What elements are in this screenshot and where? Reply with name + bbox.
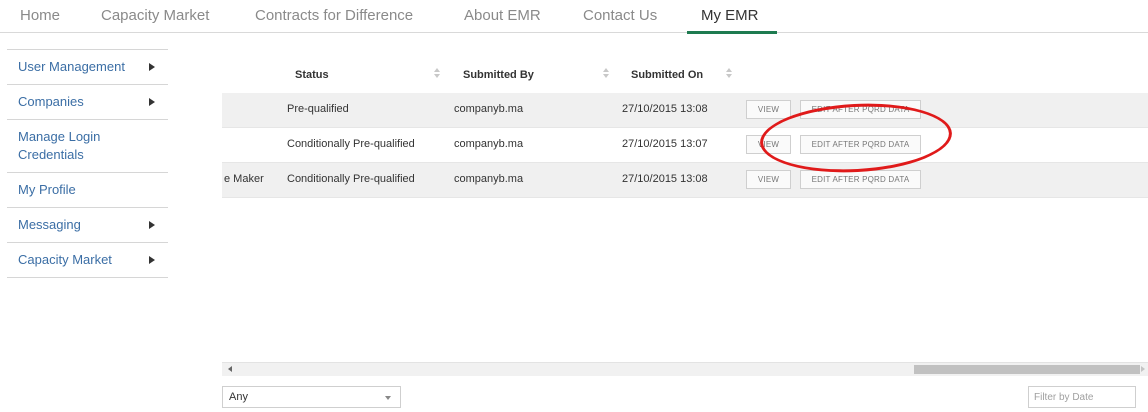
sidebar-item-capacity-market[interactable]: Capacity Market bbox=[7, 243, 168, 278]
cell-submitted-by: companyb.ma bbox=[454, 103, 524, 115]
sidebar: User Management Companies Manage Login C… bbox=[7, 49, 168, 278]
cell-submitted-on: 27/10/2015 13:08 bbox=[622, 173, 708, 185]
sidebar-item-user-management[interactable]: User Management bbox=[7, 50, 168, 85]
sidebar-item-label: User Management bbox=[18, 59, 125, 74]
nav-contracts-for-difference[interactable]: Contracts for Difference bbox=[255, 7, 413, 24]
cell-submitted-by: companyb.ma bbox=[454, 173, 524, 185]
nav-capacity-market[interactable]: Capacity Market bbox=[101, 7, 209, 24]
column-header-status[interactable]: Status bbox=[295, 69, 329, 81]
filter-by-date-input[interactable] bbox=[1028, 386, 1136, 408]
cell-submitted-by: companyb.ma bbox=[454, 138, 524, 150]
nav-contact-us[interactable]: Contact Us bbox=[583, 7, 657, 24]
scroll-right-arrow-icon[interactable] bbox=[1141, 366, 1145, 372]
cell-status: Pre-qualified bbox=[287, 103, 349, 115]
applications-table: Status Submitted By Submitted On Pre-qua… bbox=[222, 62, 1148, 198]
sidebar-item-manage-login-credentials[interactable]: Manage Login Credentials bbox=[7, 120, 168, 173]
cell-submitted-on: 27/10/2015 13:07 bbox=[622, 138, 708, 150]
table-row: Pre-qualified companyb.ma 27/10/2015 13:… bbox=[222, 93, 1148, 128]
column-header-submitted-on[interactable]: Submitted On bbox=[631, 69, 703, 81]
sidebar-item-label: Capacity Market bbox=[18, 252, 112, 267]
cell-truncated: e Maker bbox=[224, 173, 264, 185]
cell-submitted-on: 27/10/2015 13:08 bbox=[622, 103, 708, 115]
status-filter-select[interactable]: Any bbox=[222, 386, 401, 408]
top-navigation: Home Capacity Market Contracts for Diffe… bbox=[0, 0, 1148, 34]
column-header-submitted-by[interactable]: Submitted By bbox=[463, 69, 534, 81]
table-row: e Maker Conditionally Pre-qualified comp… bbox=[222, 163, 1148, 198]
sidebar-item-messaging[interactable]: Messaging bbox=[7, 208, 168, 243]
view-button[interactable]: VIEW bbox=[746, 170, 791, 189]
sort-icon[interactable] bbox=[434, 68, 440, 82]
sort-icon[interactable] bbox=[726, 68, 732, 82]
sort-icon[interactable] bbox=[603, 68, 609, 82]
chevron-right-icon bbox=[149, 63, 155, 71]
sidebar-item-my-profile[interactable]: My Profile bbox=[7, 173, 168, 208]
horizontal-scrollbar[interactable] bbox=[222, 362, 1148, 376]
caret-down-icon bbox=[385, 396, 391, 400]
sidebar-item-label: Messaging bbox=[18, 217, 81, 232]
sidebar-item-companies[interactable]: Companies bbox=[7, 85, 168, 120]
table-header: Status Submitted By Submitted On bbox=[222, 62, 1148, 93]
status-filter-value: Any bbox=[229, 391, 248, 403]
cell-status: Conditionally Pre-qualified bbox=[287, 138, 415, 150]
chevron-right-icon bbox=[149, 98, 155, 106]
sidebar-item-label: Manage Login Credentials bbox=[18, 129, 101, 162]
active-tab-indicator bbox=[687, 31, 777, 34]
nav-about-emr[interactable]: About EMR bbox=[464, 7, 541, 24]
cell-status: Conditionally Pre-qualified bbox=[287, 173, 415, 185]
view-button[interactable]: VIEW bbox=[746, 100, 791, 119]
chevron-right-icon bbox=[149, 221, 155, 229]
nav-home[interactable]: Home bbox=[20, 7, 60, 24]
scrollbar-thumb[interactable] bbox=[914, 365, 1140, 374]
nav-my-emr[interactable]: My EMR bbox=[701, 7, 759, 24]
sidebar-item-label: My Profile bbox=[18, 182, 76, 197]
table-row: Conditionally Pre-qualified companyb.ma … bbox=[222, 128, 1148, 163]
edit-after-pqrd-data-button[interactable]: EDIT AFTER PQRD DATA bbox=[800, 170, 921, 189]
chevron-right-icon bbox=[149, 256, 155, 264]
sidebar-item-label: Companies bbox=[18, 94, 84, 109]
scroll-left-arrow-icon[interactable] bbox=[228, 366, 232, 372]
